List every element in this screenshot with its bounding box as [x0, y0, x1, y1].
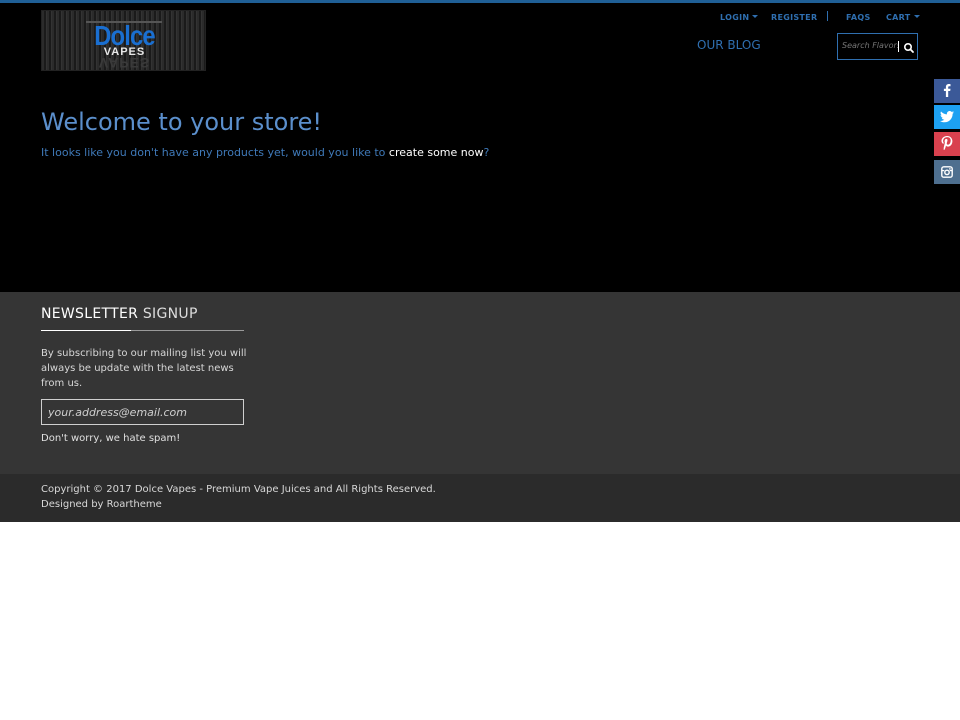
newsletter-title-light: SIGNUP — [138, 306, 198, 322]
twitter-icon — [940, 108, 954, 127]
chevron-down-icon — [752, 15, 759, 18]
text-cursor — [898, 41, 899, 52]
newsletter-email-input[interactable] — [41, 399, 244, 425]
search-form — [837, 33, 918, 60]
instagram-button[interactable] — [934, 160, 960, 184]
pinterest-icon — [941, 135, 953, 154]
designer-credit[interactable]: Designed by Roartheme — [41, 499, 162, 510]
faqs-label: FAQS — [846, 13, 871, 22]
cart-label: CART — [886, 13, 911, 22]
nav-divider — [827, 11, 828, 21]
message-text: It looks like you don't have any product… — [41, 146, 389, 159]
twitter-button[interactable] — [934, 105, 960, 129]
instagram-icon — [941, 163, 953, 182]
copyright-text: Copyright © 2017 Dolce Vapes - Premium V… — [41, 484, 436, 495]
search-icon[interactable] — [902, 40, 916, 54]
page-title: Welcome to your store! — [41, 108, 323, 136]
message-end: ? — [483, 146, 490, 159]
create-products-link[interactable]: create some now — [389, 146, 484, 159]
pinterest-button[interactable] — [934, 132, 960, 156]
facebook-button[interactable] — [934, 79, 960, 103]
copyright-bar — [0, 474, 960, 522]
register-label: REGISTER — [771, 13, 818, 22]
search-input[interactable] — [842, 38, 898, 52]
login-link[interactable]: LOGIN — [720, 12, 759, 24]
faqs-link[interactable]: FAQS — [846, 12, 871, 24]
login-label: LOGIN — [720, 13, 750, 22]
our-blog-link[interactable]: OUR BLOG — [697, 38, 761, 52]
spam-note: Don't worry, we hate spam! — [41, 433, 181, 444]
newsletter-divider-accent — [41, 330, 131, 331]
facebook-icon — [942, 82, 952, 101]
empty-store-message: It looks like you don't have any product… — [41, 146, 489, 159]
cart-link[interactable]: CART — [886, 12, 920, 24]
register-link[interactable]: REGISTER — [771, 12, 817, 24]
newsletter-description: By subscribing to our mailing list you w… — [41, 348, 247, 389]
site-logo[interactable]: Dolce VAPES VAPES — [41, 10, 206, 71]
chevron-down-icon — [913, 15, 920, 18]
newsletter-title: NEWSLETTER SIGNUP — [41, 306, 198, 322]
newsletter-title-strong: NEWSLETTER — [41, 306, 139, 322]
logo-reflection: VAPES — [98, 55, 151, 71]
